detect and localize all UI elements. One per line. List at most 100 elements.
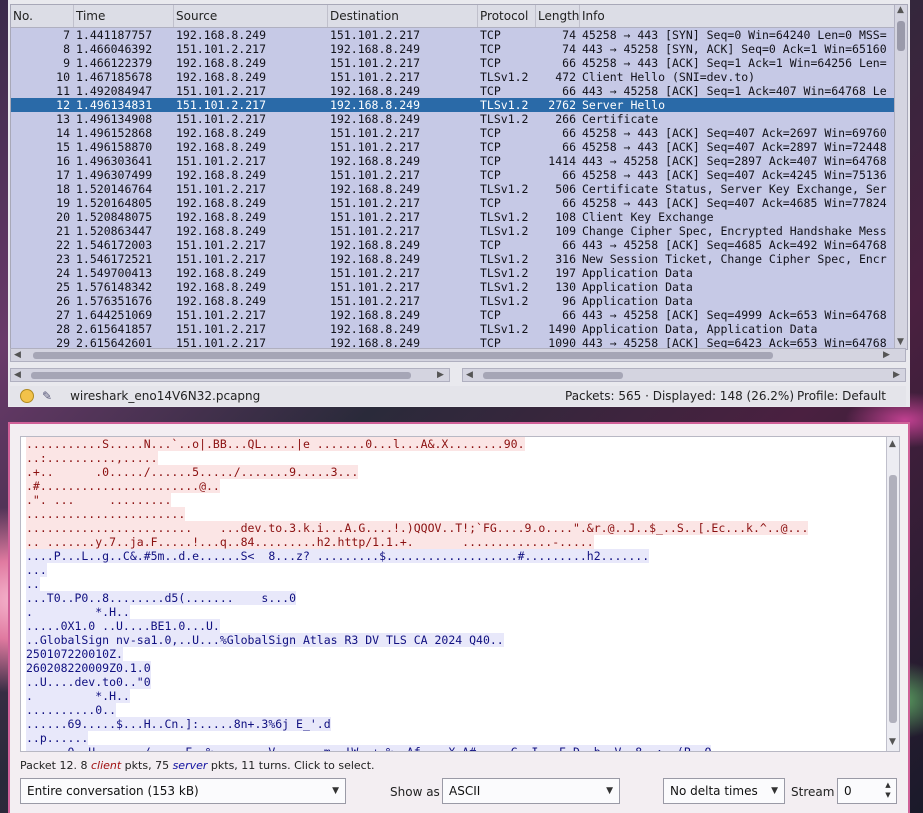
packet-row[interactable]: 7 1.441187757 192.168.8.249 151.101.2.217 TC…: [11, 28, 907, 42]
cell-protocol: TCP: [480, 308, 501, 322]
packet-row[interactable]: 10 1.467185678 192.168.8.249 151.101.2.217 T…: [11, 70, 907, 84]
packet-row[interactable]: 24 1.549700413 192.168.8.249 151.101.2.217 T…: [11, 266, 907, 280]
packet-row[interactable]: 14 1.496152868 192.168.8.249 151.101.2.217 T…: [11, 126, 907, 140]
cell-info: 45258 → 443 [ACK] Seq=407 Ack=2897 Win=7…: [582, 140, 887, 154]
column-header-time[interactable]: Time: [74, 5, 174, 27]
server-stream-line[interactable]: ......0..U......./.....F..%........V....…: [21, 745, 899, 751]
scrollbar-thumb[interactable]: [889, 475, 897, 723]
server-stream-line[interactable]: ...: [21, 563, 899, 577]
cell-no: 24: [56, 266, 70, 280]
stream-line-text: .......................: [26, 507, 186, 521]
cell-destination: 192.168.8.249: [330, 112, 421, 126]
server-stream-line[interactable]: 260208220009Z0.1.0: [21, 661, 899, 675]
scroll-down-arrow-icon[interactable]: ▼: [889, 737, 896, 747]
scroll-right-arrow-icon[interactable]: ▶: [893, 370, 900, 380]
scroll-right-arrow-icon[interactable]: ▶: [883, 350, 890, 360]
cell-no: 26: [56, 294, 70, 308]
stream-number-spinbox[interactable]: 0 ▲ ▼: [837, 778, 897, 804]
packet-row[interactable]: 11 1.492084947 151.101.2.217 192.168.8.249 T…: [11, 84, 907, 98]
scrollbar-thumb[interactable]: [483, 372, 623, 379]
server-stream-line[interactable]: 250107220010Z.: [21, 647, 899, 661]
stream-vertical-scrollbar[interactable]: ▲ ▼: [886, 437, 899, 751]
scrollbar-thumb[interactable]: [31, 372, 411, 379]
client-stream-line[interactable]: ..:..........,.....: [21, 451, 899, 465]
scroll-right-arrow-icon[interactable]: ▶: [437, 370, 444, 380]
server-stream-line[interactable]: . *.H..: [21, 689, 899, 703]
scroll-left-arrow-icon[interactable]: ◀: [14, 350, 21, 360]
cell-protocol: TLSv1.2: [480, 252, 529, 266]
client-stream-line[interactable]: .. .......y.7..ja.F.....!...q..84.......…: [21, 535, 899, 549]
cell-protocol: TCP: [480, 84, 501, 98]
packet-row[interactable]: 25 1.576148342 192.168.8.249 151.101.2.217 T…: [11, 280, 907, 294]
scroll-up-arrow-icon[interactable]: ▲: [889, 439, 896, 449]
packet-row[interactable]: 17 1.496307499 192.168.8.249 151.101.2.217 T…: [11, 168, 907, 182]
spinbox-arrows-icon[interactable]: ▲ ▼: [882, 780, 894, 800]
cell-time: 1.496134908: [76, 112, 153, 126]
column-header-source[interactable]: Source: [174, 5, 328, 27]
delta-times-select[interactable]: No delta times ▼: [663, 778, 785, 804]
packet-row[interactable]: 12 1.496134831 151.101.2.217 192.168.8.249 T…: [11, 98, 907, 112]
packet-row[interactable]: 21 1.520863447 192.168.8.249 151.101.2.217 T…: [11, 224, 907, 238]
conversation-select[interactable]: Entire conversation (153 kB) ▼: [20, 778, 346, 804]
packet-list[interactable]: No. Time Source Destination Protocol Len…: [10, 4, 908, 350]
packet-row[interactable]: 23 1.546172521 151.101.2.217 192.168.8.249 T…: [11, 252, 907, 266]
client-stream-line[interactable]: ........................ ...dev.to.3.k.i…: [21, 521, 899, 535]
scrollbar-thumb[interactable]: [33, 352, 773, 359]
cell-time: 1.520848075: [76, 210, 153, 224]
packet-row[interactable]: 22 1.546172003 151.101.2.217 192.168.8.249 T…: [11, 238, 907, 252]
packet-row[interactable]: 15 1.496158870 192.168.8.249 151.101.2.217 T…: [11, 140, 907, 154]
cell-destination: 192.168.8.249: [330, 238, 421, 252]
server-stream-line[interactable]: ..p......: [21, 731, 899, 745]
server-stream-line[interactable]: . *.H..: [21, 605, 899, 619]
column-header-no[interactable]: No.: [11, 5, 74, 27]
cell-no: 14: [56, 126, 70, 140]
cell-source: 151.101.2.217: [176, 154, 267, 168]
packet-list-vertical-scrollbar[interactable]: ▲ ▼: [894, 5, 907, 349]
client-stream-line[interactable]: .". ... .........: [21, 493, 899, 507]
scroll-up-arrow-icon[interactable]: ▲: [897, 5, 904, 15]
stream-summary[interactable]: Packet 12. 8 client pkts, 75 server pkts…: [20, 759, 375, 772]
packet-row[interactable]: 9 1.466122379 192.168.8.249 151.101.2.217 TC…: [11, 56, 907, 70]
scroll-down-arrow-icon[interactable]: ▼: [897, 337, 904, 347]
client-stream-line[interactable]: .......................: [21, 507, 899, 521]
scroll-left-arrow-icon[interactable]: ◀: [14, 370, 21, 380]
packet-list-header: No. Time Source Destination Protocol Len…: [11, 5, 907, 28]
packet-row[interactable]: 19 1.520164805 192.168.8.249 151.101.2.217 T…: [11, 196, 907, 210]
column-header-info[interactable]: Info: [580, 5, 907, 27]
packet-row[interactable]: 8 1.466046392 151.101.2.217 192.168.8.249 TC…: [11, 42, 907, 56]
server-stream-line[interactable]: .....0X1.0 ..U....BE1.0...U.: [21, 619, 899, 633]
cell-destination: 151.101.2.217: [330, 294, 421, 308]
status-profile[interactable]: Profile: Default: [797, 389, 886, 403]
cell-protocol: TCP: [480, 140, 501, 154]
client-stream-line[interactable]: .#.......................@..: [21, 479, 899, 493]
expert-info-icon[interactable]: [20, 389, 34, 403]
server-stream-line[interactable]: ..: [21, 577, 899, 591]
server-stream-line[interactable]: ......69.....$...H..Cn.]:.....8n+.3%6j E…: [21, 717, 899, 731]
server-stream-line[interactable]: ....P...L..g..C&.#5m..d.e......S< 8...z?…: [21, 549, 899, 563]
packet-row[interactable]: 26 1.576351676 192.168.8.249 151.101.2.217 T…: [11, 294, 907, 308]
server-stream-line[interactable]: ..........0..: [21, 703, 899, 717]
packet-list-horizontal-scrollbar[interactable]: ◀ ▶: [10, 348, 906, 362]
packet-row[interactable]: 27 1.644251069 151.101.2.217 192.168.8.249 T…: [11, 308, 907, 322]
scrollbar-thumb[interactable]: [897, 21, 905, 51]
packet-details-horizontal-scrollbar[interactable]: ◀ ▶: [10, 368, 450, 382]
capture-comment-icon[interactable]: ✎: [42, 389, 52, 403]
packet-row[interactable]: 13 1.496134908 151.101.2.217 192.168.8.249 T…: [11, 112, 907, 126]
stream-content[interactable]: ...........S.....N...`..o|.BB...QL.....|…: [20, 436, 900, 752]
scroll-left-arrow-icon[interactable]: ◀: [466, 370, 473, 380]
packet-row[interactable]: 18 1.520146764 151.101.2.217 192.168.8.249 T…: [11, 182, 907, 196]
show-as-select[interactable]: ASCII ▼: [442, 778, 620, 804]
packet-row[interactable]: 28 2.615641857 151.101.2.217 192.168.8.249 T…: [11, 322, 907, 336]
client-stream-line[interactable]: .+.. .0...../......5...../.......9.....3…: [21, 465, 899, 479]
cell-info: 45258 → 443 [ACK] Seq=1 Ack=1 Win=64256 …: [582, 56, 887, 70]
packet-row[interactable]: 16 1.496303641 151.101.2.217 192.168.8.249 T…: [11, 154, 907, 168]
server-stream-line[interactable]: ...T0..P0..8........d5(....... s...0: [21, 591, 899, 605]
packet-row[interactable]: 20 1.520848075 192.168.8.249 151.101.2.217 T…: [11, 210, 907, 224]
server-stream-line[interactable]: ..U....dev.to0.."0: [21, 675, 899, 689]
server-stream-line[interactable]: ..GlobalSign nv-sa1.0,..U...%GlobalSign …: [21, 633, 899, 647]
column-header-length[interactable]: Length: [536, 5, 580, 27]
packet-bytes-horizontal-scrollbar[interactable]: ◀ ▶: [462, 368, 906, 382]
client-stream-line[interactable]: ...........S.....N...`..o|.BB...QL.....|…: [21, 437, 899, 451]
column-header-destination[interactable]: Destination: [328, 5, 478, 27]
column-header-protocol[interactable]: Protocol: [478, 5, 536, 27]
